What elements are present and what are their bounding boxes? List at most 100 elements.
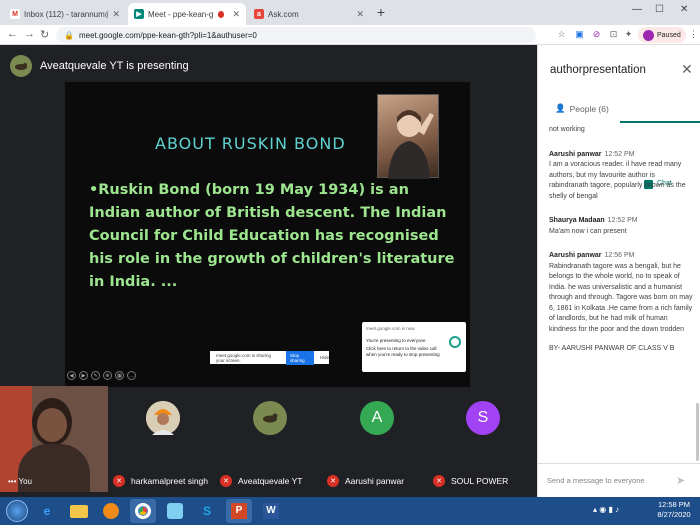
word-icon[interactable]: W <box>258 499 284 523</box>
tab-meet[interactable]: ▶ Meet - ppe-kean-gth ✕ <box>128 3 246 25</box>
gmail-icon: M <box>10 9 20 19</box>
self-name: You <box>18 477 32 486</box>
mic-muted-icon: ✕ <box>220 475 232 487</box>
participant-label: ✕ Aarushi panwar <box>327 475 404 487</box>
bookmark-star-icon[interactable]: ☆ <box>556 29 567 40</box>
start-button[interactable] <box>6 500 28 522</box>
reload-icon[interactable]: ↻ <box>40 28 49 41</box>
back-icon[interactable]: ← <box>7 28 18 40</box>
chat-scrollbar[interactable] <box>696 403 699 461</box>
internet-explorer-icon[interactable]: e <box>34 499 60 523</box>
participant-label: ✕ harkamalpreet singh <box>113 475 208 487</box>
notification-line: You're presenting to everyone <box>366 338 426 343</box>
participant-tiles: ••• You ✕ harkamalpreet singh ✕ Aveatque… <box>0 386 537 496</box>
participant-name: Aarushi panwar <box>345 476 405 486</box>
minimize-icon[interactable]: — <box>632 4 642 15</box>
tab-ask[interactable]: a Ask.com ✕ <box>248 3 370 25</box>
more-icon[interactable]: ••• <box>8 477 16 486</box>
tab-label: Inbox (112) - tarannum@theindi <box>24 9 108 19</box>
browser-tab-bar: M Inbox (112) - tarannum@theindi ✕ ▶ Mee… <box>0 0 700 25</box>
system-tray[interactable]: ▴ ◉ ▮ ♪ <box>593 505 619 514</box>
participant-name: SOUL POWER <box>451 476 509 486</box>
clock-time: 12:58 PM <box>657 500 691 509</box>
close-icon[interactable]: ✕ <box>681 61 693 78</box>
message-sender: Aarushi panwar <box>549 252 602 259</box>
maximize-icon[interactable]: ☐ <box>655 4 664 15</box>
mic-muted-icon: ✕ <box>327 475 339 487</box>
extensions-puzzle-icon[interactable]: ✦ <box>623 29 634 40</box>
hide-button[interactable]: Hide <box>320 355 329 360</box>
participant-avatar <box>146 401 180 435</box>
self-video-tile[interactable]: ••• You <box>0 386 108 492</box>
slide-title: ABOUT RUSKIN BOND <box>155 134 346 153</box>
sidebar-tabs: 👤 People (6) Chat <box>538 99 700 189</box>
meet-main-area: Aveatquevale YT is presenting ABOUT RUSK… <box>0 45 537 497</box>
participant-avatar <box>253 401 287 435</box>
message-time: 12:52 PM <box>607 217 638 224</box>
close-window-icon[interactable]: ✕ <box>680 4 688 15</box>
lock-icon: 🔒 <box>64 30 74 40</box>
chat-message: Aarushi panwar 12:52 PM I am a voracious … <box>549 150 695 203</box>
recording-dot-icon <box>218 10 225 18</box>
extension-icon[interactable]: ⊘ <box>591 29 602 40</box>
forward-icon[interactable]: → <box>24 28 35 40</box>
meet-icon <box>449 336 461 348</box>
media-player-icon[interactable] <box>98 499 124 523</box>
tab-label: Ask.com <box>268 9 299 19</box>
new-tab-button[interactable]: + <box>373 5 389 21</box>
participant-avatar: S <box>466 401 500 435</box>
pen-icon[interactable]: ✎ <box>91 371 100 380</box>
extension-icon[interactable]: ⊡ <box>608 29 619 40</box>
menu-icon[interactable]: ⋮ <box>688 29 699 40</box>
participant-tile[interactable]: A ✕ Aarushi panwar <box>327 386 433 492</box>
slide-controls: ◀ ▶ ✎ ⊕ ▦ … <box>65 371 136 380</box>
more-icon[interactable]: … <box>127 371 136 380</box>
address-bar[interactable]: 🔒 meet.google.com/ppe-kean-gth?pli=1&aut… <box>56 27 536 43</box>
powerpoint-icon[interactable]: P <box>226 499 252 523</box>
skype-icon[interactable]: S <box>194 499 220 523</box>
presenter-bar: Aveatquevale YT is presenting <box>10 55 189 77</box>
participant-tile[interactable]: ✕ Aveatquevale YT <box>220 386 326 492</box>
participant-tile[interactable]: ✕ harkamalpreet singh <box>113 386 219 492</box>
gadget-icon[interactable] <box>162 499 188 523</box>
stop-sharing-button[interactable]: Stop sharing <box>285 350 314 365</box>
mic-muted-icon: ✕ <box>433 475 445 487</box>
grid-icon[interactable]: ▦ <box>115 371 124 380</box>
prev-slide-icon[interactable]: ◀ <box>67 371 76 380</box>
ask-icon: a <box>254 9 264 19</box>
message-header: Aarushi panwar 12:56 PM <box>549 251 695 262</box>
presenting-notification[interactable]: meet.google.com is now You're presenting… <box>362 322 466 372</box>
message-time: 12:52 PM <box>604 150 635 158</box>
close-tab-icon[interactable]: ✕ <box>112 9 120 20</box>
extension-icon[interactable]: ▣ <box>574 29 585 40</box>
message-time: 12:56 PM <box>604 252 635 259</box>
participant-name: harkamalpreet singh <box>131 476 209 486</box>
chat-message: Shaurya Madaan 12:52 PM Ma'am now i can p… <box>549 216 695 237</box>
self-label: ••• You <box>8 477 32 486</box>
chat-message: Aarushi panwar 12:56 PM Rabindranath tago… <box>549 251 695 335</box>
close-tab-icon[interactable]: ✕ <box>356 9 364 20</box>
close-tab-icon[interactable]: ✕ <box>232 9 240 20</box>
profile-button[interactable]: Paused <box>638 27 686 43</box>
active-tab-indicator <box>620 121 700 123</box>
participant-tile[interactable]: S ✕ SOUL POWER <box>433 386 539 492</box>
next-slide-icon[interactable]: ▶ <box>79 371 88 380</box>
taskbar-clock[interactable]: 12:58 PM 8/27/2020 <box>652 500 696 520</box>
chat-input[interactable]: Send a message to everyone <box>547 476 645 485</box>
send-icon[interactable]: ➤ <box>676 474 685 487</box>
file-explorer-icon[interactable] <box>66 499 92 523</box>
profile-status: Paused <box>657 31 681 39</box>
message-text: not working <box>549 126 585 133</box>
author-photo <box>377 94 439 179</box>
tab-people[interactable]: 👤 People (6) <box>555 103 609 114</box>
chat-sidebar: authorpresentation ✕ 👤 People (6) Chat n… <box>537 45 700 497</box>
share-bar-text: meet.google.com is sharing your screen. <box>216 352 272 363</box>
meeting-title: authorpresentation <box>550 64 646 76</box>
url-text: meet.google.com/ppe-kean-gth?pli=1&authu… <box>78 30 257 40</box>
notification-sub: Click here to return to the video call w… <box>366 346 440 357</box>
tab-gmail[interactable]: M Inbox (112) - tarannum@theindi ✕ <box>4 3 126 25</box>
chrome-icon[interactable] <box>130 499 156 523</box>
people-icon: 👤 <box>555 103 566 113</box>
message-text: BY- AARUSHI PANWAR OF CLASS V B <box>549 345 675 352</box>
zoom-icon[interactable]: ⊕ <box>103 371 112 380</box>
